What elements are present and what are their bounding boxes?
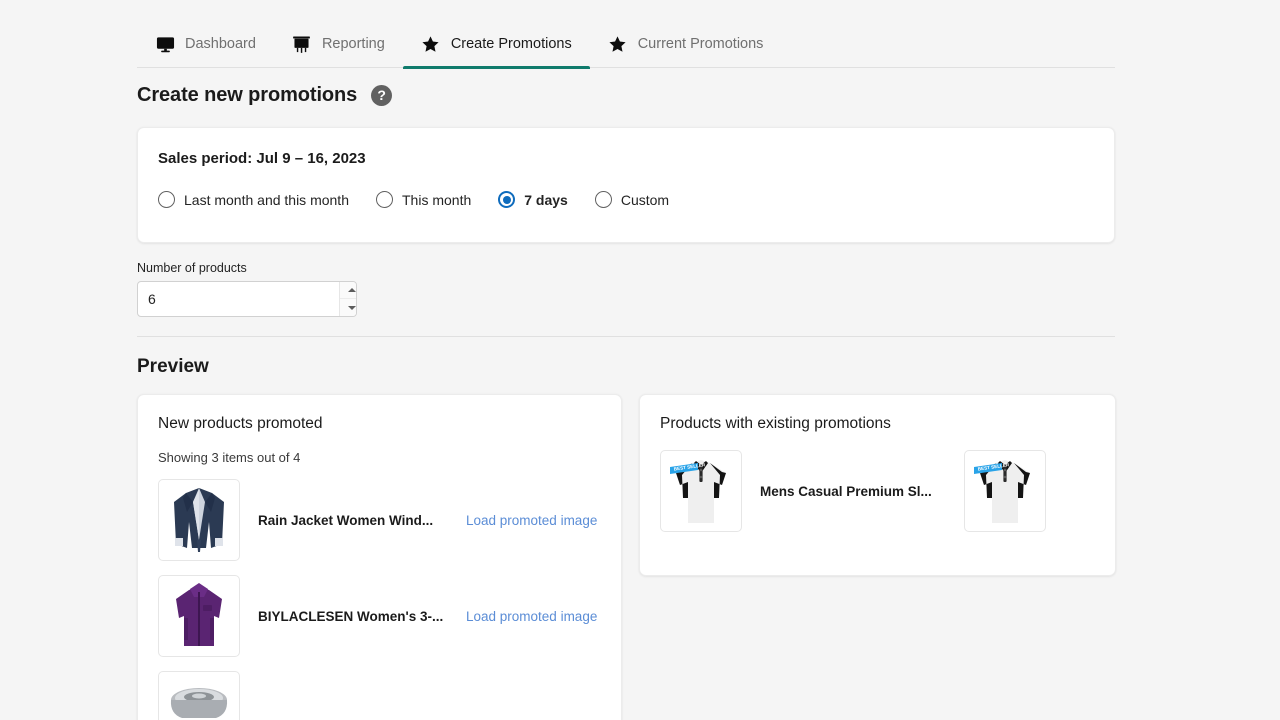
- list-item[interactable]: Rain Jacket Women Wind... Load promoted …: [158, 479, 601, 561]
- radio-custom[interactable]: Custom: [594, 191, 670, 208]
- product-name: Rain Jacket Women Wind...: [258, 512, 434, 528]
- tab-current-promotions-label: Current Promotions: [637, 36, 764, 52]
- radio-mark: [376, 191, 393, 208]
- new-products-title: New products promoted: [158, 415, 323, 432]
- load-promoted-image-link[interactable]: Load promoted image: [466, 513, 597, 528]
- number-of-products-label: Number of products: [137, 261, 247, 275]
- product-name: Mens Casual Premium Sl...: [760, 483, 932, 499]
- navy-rain-jacket-thumbnail: [158, 479, 240, 561]
- radio-label: This month: [402, 191, 472, 208]
- radio-label: Custom: [620, 191, 670, 208]
- tab-current-promotions[interactable]: Current Promotions: [590, 20, 782, 68]
- sales-period-radio-group: Last month and this month This month 7 d…: [158, 191, 1094, 208]
- raglan-shirt-promoted-image: BEST SELLER: [964, 450, 1046, 532]
- page-title: Create new promotions: [137, 84, 358, 106]
- caret-up-icon[interactable]: [340, 282, 356, 299]
- tab-dashboard-label: Dashboard: [185, 36, 256, 52]
- new-products-promoted-card: New products promoted Showing 3 items ou…: [137, 394, 622, 720]
- tab-reporting-label: Reporting: [321, 36, 385, 52]
- radio-mark: [594, 191, 612, 208]
- sales-period-card: Sales period: Jul 9 – 16, 2023 Last mont…: [137, 127, 1115, 243]
- tab-reporting[interactable]: Reporting: [274, 20, 403, 68]
- radio-label: Last month and this month: [184, 191, 349, 208]
- star-icon: [421, 34, 441, 54]
- radio-last-month-and-this-month[interactable]: Last month and this month: [158, 191, 349, 208]
- preview-heading: Preview: [137, 356, 209, 377]
- existing-promotions-title: Products with existing promotions: [660, 415, 891, 432]
- product-name: BIYLACLESEN Women's 3-...: [258, 608, 444, 624]
- list-item[interactable]: BEST SELLER Mens Casual Premium Sl... BE…: [660, 450, 1095, 532]
- purple-hooded-jacket-thumbnail: [158, 575, 240, 657]
- radio-mark: [158, 191, 175, 208]
- silver-product-thumbnail: [158, 671, 240, 720]
- list-item[interactable]: [158, 671, 601, 720]
- radio-mark: [498, 191, 516, 208]
- radio-this-month[interactable]: This month: [376, 191, 471, 208]
- spinner-buttons: [339, 282, 356, 316]
- tab-create-promotions[interactable]: Create Promotions: [402, 20, 590, 69]
- monitor-icon: [155, 34, 175, 54]
- star-icon: [608, 34, 628, 54]
- list-item[interactable]: BIYLACLESEN Women's 3-... Load promoted …: [158, 575, 601, 657]
- number-of-products-input[interactable]: [138, 282, 339, 316]
- showing-count-text: Showing 3 items out of 4: [158, 450, 301, 465]
- section-divider: [137, 336, 1115, 337]
- tab-create-promotions-label: Create Promotions: [450, 36, 572, 52]
- sales-period-title: Sales period: Jul 9 – 16, 2023: [158, 150, 366, 167]
- radio-7-days[interactable]: 7 days: [498, 191, 568, 208]
- raglan-shirt-thumbnail: BEST SELLER: [660, 450, 742, 532]
- chart-board-icon: [292, 34, 312, 54]
- caret-down-icon[interactable]: [340, 299, 356, 316]
- page-header: Create new promotions ?: [137, 84, 393, 107]
- number-of-products-field-group: Number of products: [137, 261, 357, 317]
- main-tab-bar: Dashboard Reporting Create Promotions Cu…: [137, 20, 1115, 69]
- existing-promotions-card: Products with existing promotions BEST S…: [639, 394, 1116, 576]
- radio-label: 7 days: [524, 191, 568, 208]
- tab-dashboard[interactable]: Dashboard: [137, 20, 274, 68]
- question-mark-icon[interactable]: ?: [371, 85, 393, 106]
- app-root: Dashboard Reporting Create Promotions Cu…: [0, 0, 1280, 720]
- load-promoted-image-link[interactable]: Load promoted image: [466, 609, 597, 624]
- number-of-products-spinner[interactable]: [137, 281, 357, 317]
